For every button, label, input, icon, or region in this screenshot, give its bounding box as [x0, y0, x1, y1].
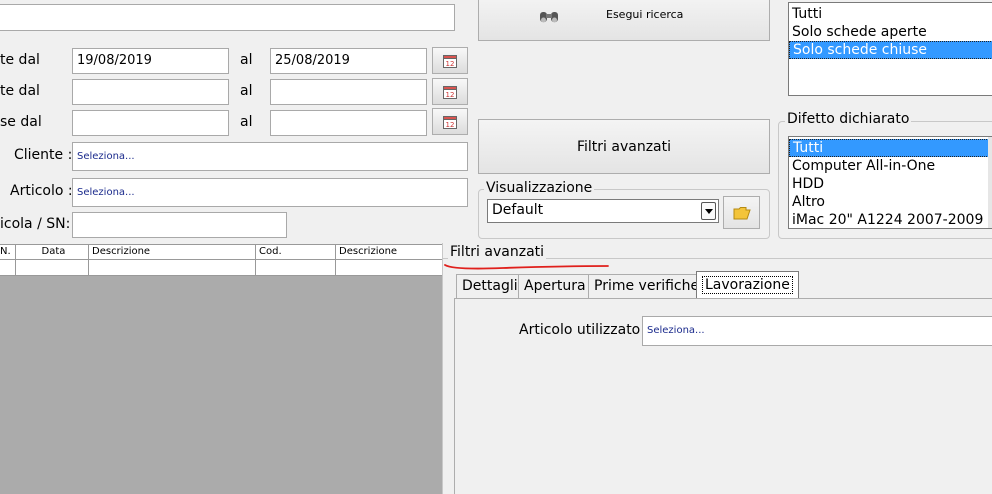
visualizzazione-title: Visualizzazione: [484, 180, 595, 196]
articolo-label: Articolo :: [10, 183, 73, 199]
date-range-1-label: te dal: [0, 52, 40, 68]
date-to-1-input[interactable]: 25/08/2019: [270, 48, 427, 74]
grid-column-header[interactable]: N.: [0, 245, 16, 260]
grid-column-header[interactable]: Descrizione: [89, 245, 256, 260]
svg-text:12: 12: [446, 121, 455, 129]
chevron-down-icon: [704, 208, 713, 214]
cliente-label: Cliente :: [14, 147, 73, 163]
tab-lavorazione[interactable]: Lavorazione: [696, 271, 799, 299]
tab-dettagli[interactable]: Dettagli: [456, 274, 524, 298]
tab-prime-verifiche[interactable]: Prime verifiche: [588, 274, 706, 298]
grid-column-header[interactable]: Data: [16, 245, 89, 260]
search-button[interactable]: Esegui ricerca: [478, 0, 770, 41]
status-option-chiuse[interactable]: Solo schede chiuse: [789, 41, 992, 59]
calendar-button-2[interactable]: 12: [432, 78, 468, 105]
grid-cell[interactable]: [89, 260, 256, 275]
date-to-1-label: al: [240, 52, 253, 68]
date-from-3-input[interactable]: [72, 110, 229, 136]
grid-cell[interactable]: [256, 260, 336, 275]
search-button-label: Esegui ricerca: [606, 8, 684, 21]
grid-cell[interactable]: [336, 260, 442, 275]
calendar-icon: 12: [443, 54, 457, 68]
date-to-2-input[interactable]: [270, 79, 427, 105]
date-to-2-label: al: [240, 83, 253, 99]
visualizzazione-value: Default: [492, 202, 544, 218]
folder-icon: [733, 206, 751, 219]
top-text-input[interactable]: [0, 4, 455, 31]
svg-text:12: 12: [446, 91, 455, 99]
advanced-filters-button-label: Filtri avanzati: [576, 138, 672, 155]
svg-text:12: 12: [446, 60, 455, 68]
status-option-aperte[interactable]: Solo schede aperte: [789, 23, 992, 41]
visualizzazione-dropdown[interactable]: Default: [487, 199, 719, 223]
tab-apertura[interactable]: Apertura: [518, 274, 592, 298]
date-to-3-input[interactable]: [270, 110, 427, 136]
difetto-option-all-in-one[interactable]: Computer All-in-One: [789, 157, 991, 175]
results-grid-header: N. Data Descrizione Cod. Descrizione: [0, 244, 442, 260]
grid-cell[interactable]: [16, 260, 89, 275]
difetto-title: Difetto dichiarato: [785, 111, 912, 127]
difetto-option-imac[interactable]: iMac 20" A1224 2007-2009: [789, 211, 991, 228]
grid-column-header[interactable]: Cod.: [256, 245, 336, 260]
advanced-panel-title: Filtri avanzati: [448, 244, 547, 260]
articolo-select-field[interactable]: Seleziona...: [72, 178, 468, 207]
date-to-3-label: al: [240, 114, 253, 130]
tab-lavorazione-label: Lavorazione: [702, 276, 793, 294]
date-range-3-label: se dal: [0, 114, 42, 130]
grid-filter-row[interactable]: [0, 260, 442, 276]
grid-cell[interactable]: [0, 260, 16, 275]
open-folder-button[interactable]: [723, 196, 760, 229]
annotation-underline: [444, 264, 609, 270]
date-from-1-input[interactable]: 19/08/2019: [72, 48, 229, 74]
calendar-icon: 12: [443, 115, 457, 129]
status-option-tutti[interactable]: Tutti: [789, 5, 992, 23]
articolo-utilizzato-label: Articolo utilizzato :: [519, 322, 650, 338]
matricola-label: icola / SN:: [0, 216, 71, 232]
difetto-listbox[interactable]: Tutti Computer All-in-One HDD Altro iMac…: [788, 136, 992, 229]
difetto-option-hdd[interactable]: HDD: [789, 175, 991, 193]
calendar-button-3[interactable]: 12: [432, 108, 468, 135]
articolo-utilizzato-field[interactable]: Seleziona...: [642, 316, 992, 346]
calendar-button-1[interactable]: 12: [432, 47, 468, 74]
dropdown-arrow-button[interactable]: [701, 202, 716, 220]
status-listbox[interactable]: Tutti Solo schede aperte Solo schede chi…: [788, 2, 992, 96]
difetto-option-tutti[interactable]: Tutti: [789, 139, 991, 157]
results-grid-body[interactable]: [0, 276, 442, 494]
binoculars-icon: [540, 12, 558, 23]
difetto-scrollbar[interactable]: [988, 137, 992, 228]
difetto-option-altro[interactable]: Altro: [789, 193, 991, 211]
cliente-select-field[interactable]: Seleziona...: [72, 142, 468, 171]
date-from-2-input[interactable]: [72, 79, 229, 105]
grid-column-header[interactable]: Descrizione: [336, 245, 442, 260]
calendar-icon: 12: [443, 85, 457, 99]
advanced-filters-button[interactable]: Filtri avanzati: [478, 119, 770, 174]
matricola-input[interactable]: [72, 212, 287, 238]
date-range-2-label: te dal: [0, 83, 40, 99]
